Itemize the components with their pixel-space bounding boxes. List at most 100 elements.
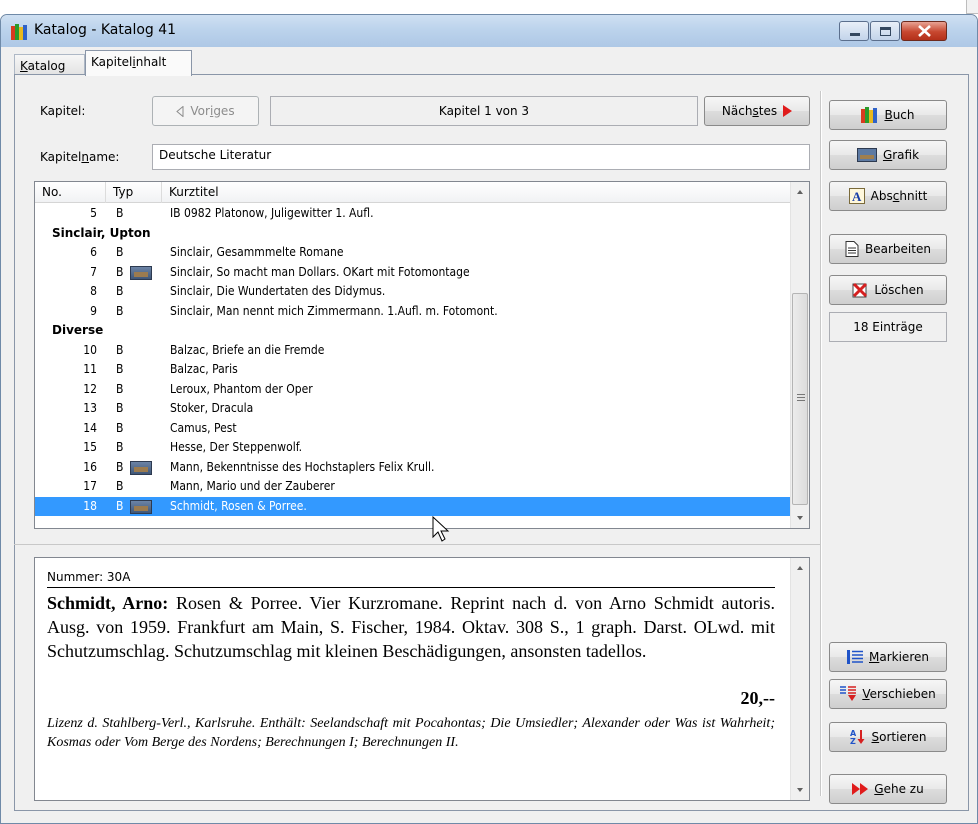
document-icon [845, 241, 859, 257]
bearbeiten-button[interactable]: Bearbeiten [829, 234, 947, 264]
chapter-position: Kapitel 1 von 3 [270, 96, 698, 126]
row-title: Sinclair, So macht man Dollars. OKart mi… [170, 264, 470, 279]
title-bar[interactable]: Katalog - Katalog 41 [1, 15, 977, 47]
row-title: Sinclair, Gesammmelte Romane [170, 245, 344, 259]
column-header-no[interactable]: No. [35, 182, 106, 203]
triangle-right-icon [783, 105, 793, 117]
detail-scroll-down-icon[interactable] [797, 788, 803, 792]
tab-kapitelinhalt[interactable]: Kapitelinhalt [85, 50, 192, 76]
row-number: 10 [83, 342, 97, 357]
list-scrollbar[interactable] [790, 182, 809, 528]
row-type: B [116, 459, 124, 474]
table-row[interactable]: 10 B Balzac, Briefe an die Fremde [35, 341, 790, 361]
table-row[interactable]: 7 B Sinclair, So macht man Dollars. OKart … [35, 263, 790, 283]
row-title: Mann, Mario und der Zauberer [170, 479, 335, 493]
row-title: Camus, Pest [170, 420, 237, 435]
picture-icon [130, 265, 152, 280]
table-row[interactable]: 16 B Mann, Bekenntnisse des Hochstaplers F… [35, 458, 790, 478]
fast-forward-icon [852, 783, 869, 795]
maximize-icon [880, 27, 891, 36]
detail-scroll-up-icon[interactable] [797, 566, 803, 570]
detail-rule [47, 587, 775, 588]
list-header: No. Typ Kurztitel [35, 182, 790, 203]
mouse-cursor-icon [432, 516, 450, 542]
table-row[interactable]: 8 B Sinclair, Die Wundertaten des Didymus. [35, 282, 790, 302]
row-type: B [116, 206, 124, 220]
abschnitt-button[interactable]: A Abschnitt [829, 181, 947, 211]
table-row[interactable]: 9 B Sinclair, Man nennt mich Zimmermann. 1… [35, 302, 790, 322]
sortieren-button[interactable]: A Z Sortieren [829, 722, 947, 752]
tab-bar: Katalog Kapitelinhalt [1, 47, 977, 76]
row-title: Stoker, Dracula [170, 401, 254, 415]
triangle-left-icon [176, 105, 184, 117]
row-number: 17 [83, 479, 97, 493]
previous-chapter-button[interactable]: Voriges [152, 96, 259, 126]
scroll-down-icon[interactable] [797, 516, 803, 520]
verschieben-button[interactable]: Verschieben [829, 679, 947, 709]
window-title: Katalog - Katalog 41 [34, 22, 177, 38]
svg-text:Z: Z [850, 737, 856, 745]
delete-icon [852, 282, 868, 298]
close-button[interactable] [901, 21, 947, 41]
table-row[interactable]: 17 B Mann, Mario und der Zauberer [35, 477, 790, 497]
table-row[interactable]: 6 B Sinclair, Gesammmelte Romane [35, 243, 790, 263]
table-row[interactable]: 14 B Camus, Pest [35, 419, 790, 439]
chapter-name-input[interactable]: Deutsche Literatur [152, 144, 810, 170]
table-row[interactable]: 11 B Balzac, Paris [35, 360, 790, 380]
row-title: Balzac, Briefe an die Fremde [170, 342, 325, 357]
detail-description: Schmidt, Arno: Rosen & Porree. Vier Kurz… [47, 591, 775, 663]
horizontal-splitter[interactable] [14, 544, 820, 547]
row-number: 14 [83, 420, 97, 435]
row-type: B [116, 440, 124, 454]
tab-katalog[interactable]: Katalog [14, 54, 85, 75]
row-title: Schmidt, Rosen & Porree. [170, 498, 307, 513]
table-row[interactable]: 5 B IB 0982 Platonow, Juligewitter 1. Aufl… [35, 204, 790, 224]
markieren-button[interactable]: Markieren [829, 642, 947, 672]
row-type: B [116, 401, 124, 415]
row-title: IB 0982 Platonow, Juligewitter 1. Aufl. [170, 206, 374, 220]
table-row[interactable]: 13 B Stoker, Dracula [35, 399, 790, 419]
table-row[interactable]: 12 B Leroux, Phantom der Oper [35, 380, 790, 400]
chapter-name-label: Kapitelname: [40, 150, 120, 164]
letter-a-icon: A [848, 188, 865, 204]
detail-number: Nummer: 30A [47, 570, 131, 584]
row-type: B [116, 303, 124, 318]
picture-icon [130, 460, 152, 475]
books-icon [861, 107, 878, 123]
scroll-up-icon[interactable] [797, 190, 803, 194]
picture-icon [856, 148, 877, 162]
row-title: Leroux, Phantom der Oper [170, 381, 313, 396]
detail-scrollbar[interactable] [790, 558, 809, 800]
kapitel-label: Kapitel: [40, 104, 86, 118]
row-number: 7 [90, 264, 97, 279]
picture-icon [130, 499, 152, 514]
row-type: B [116, 264, 124, 279]
loeschen-button[interactable]: Löschen [829, 275, 947, 305]
row-number: 12 [83, 381, 97, 396]
column-header-typ[interactable]: Typ [106, 182, 162, 203]
row-type: B [116, 362, 124, 376]
next-chapter-button[interactable]: Nächstes [704, 96, 810, 126]
detail-author: Schmidt, Arno: [47, 593, 169, 613]
maximize-button[interactable] [870, 21, 900, 41]
scrollbar-thumb[interactable] [792, 293, 808, 505]
buch-button[interactable]: Buch [829, 100, 947, 130]
detail-note: Lizenz d. Stahlberg-Verl., Karlsruhe. En… [47, 716, 775, 750]
table-row[interactable]: 15 B Hesse, Der Steppenwolf. [35, 438, 790, 458]
detail-price: 20,-- [740, 688, 776, 708]
minimize-icon [850, 33, 860, 36]
close-icon [918, 25, 931, 37]
column-header-kurztitel[interactable]: Kurztitel [162, 182, 790, 203]
group-header-row[interactable]: Diverse [35, 321, 790, 341]
grafik-button[interactable]: Grafik [829, 140, 947, 170]
group-header-row[interactable]: Sinclair, Upton [35, 224, 790, 244]
row-title: Mann, Bekenntnisse des Hochstaplers Feli… [170, 459, 435, 474]
table-row-selected[interactable]: 18 B Schmidt, Rosen & Porree. [35, 496, 790, 516]
row-type: B [116, 245, 124, 259]
minimize-button[interactable] [839, 21, 869, 41]
row-type: B [116, 342, 124, 357]
row-number: 6 [90, 245, 97, 259]
row-number: 5 [90, 206, 97, 220]
gehe-zu-button[interactable]: Gehe zu [829, 774, 947, 804]
items-list[interactable]: No. Typ Kurztitel 5 B IB 0982 Platonow, Ju… [34, 181, 810, 529]
